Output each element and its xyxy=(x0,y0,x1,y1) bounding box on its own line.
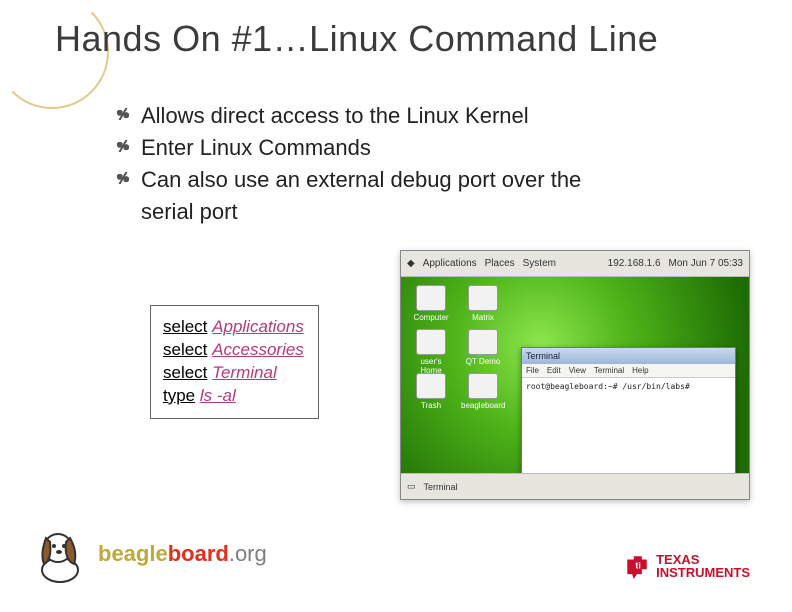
terminal-output: root@beagleboard:~# /usr/bin/labs# xyxy=(522,378,735,395)
instruction-line: select Applications xyxy=(163,316,304,339)
svg-text:ti: ti xyxy=(635,561,640,571)
dog-icon xyxy=(30,524,90,584)
instruction-box: select Applications select Accessories s… xyxy=(150,305,319,419)
terminal-menu-item: Terminal xyxy=(594,366,624,375)
terminal-titlebar: Terminal xyxy=(522,348,735,364)
menu-applications: Applications xyxy=(423,258,477,269)
desktop-icon: Trash xyxy=(409,373,453,410)
top-panel: ◆ Applications Places System 192.168.1.6… xyxy=(401,251,749,277)
desktop-screenshot: ◆ Applications Places System 192.168.1.6… xyxy=(400,250,750,500)
instruction-target: Applications xyxy=(212,317,304,336)
desktop-icon: beagleboard xyxy=(461,373,505,410)
bullet-item-continuation: serial port xyxy=(115,196,735,228)
terminal-menu-item: Edit xyxy=(547,366,561,375)
instruction-line: select Terminal xyxy=(163,362,304,385)
slide-title: Hands On #1…Linux Command Line xyxy=(55,18,658,60)
beagleboard-logo: beagleboard.org xyxy=(30,524,267,584)
instruction-line: select Accessories xyxy=(163,339,304,362)
desktop-icon: user's Home xyxy=(409,329,453,375)
terminal-window: Terminal File Edit View Terminal Help ro… xyxy=(521,347,736,477)
computer-icon xyxy=(416,285,446,311)
instruction-keyword: select xyxy=(163,363,207,382)
terminal-menu-item: View xyxy=(569,366,586,375)
instruction-keyword: select xyxy=(163,317,207,336)
desktop-icon: Matrix xyxy=(461,285,505,322)
bullet-item: Can also use an external debug port over… xyxy=(115,164,735,196)
desktop-wallpaper: Computer user's Home Trash Matrix QT Dem… xyxy=(401,277,749,473)
foot-icon: ◆ xyxy=(407,258,415,269)
bullet-list: Allows direct access to the Linux Kernel… xyxy=(115,100,735,228)
bottom-panel: ▭ Terminal xyxy=(401,473,749,499)
bullet-item: Enter Linux Commands xyxy=(115,132,735,164)
terminal-menubar: File Edit View Terminal Help xyxy=(522,364,735,378)
show-desktop-icon: ▭ xyxy=(407,481,416,492)
ti-chip-icon: ti xyxy=(624,553,650,579)
ti-logo: ti TEXAS INSTRUMENTS xyxy=(624,553,750,580)
desktop-icon: QT Demo xyxy=(461,329,505,366)
app-icon xyxy=(468,329,498,355)
trash-icon xyxy=(416,373,446,399)
beagleboard-wordmark: beagleboard.org xyxy=(98,541,267,567)
instruction-target: Terminal xyxy=(212,363,277,382)
clock-label: Mon Jun 7 05:33 xyxy=(669,258,744,269)
app-icon xyxy=(468,285,498,311)
instruction-target: Accessories xyxy=(212,340,304,359)
terminal-menu-item: File xyxy=(526,366,539,375)
ti-wordmark: TEXAS INSTRUMENTS xyxy=(656,553,750,580)
instruction-target: ls -al xyxy=(200,386,236,405)
menu-system: System xyxy=(523,258,556,269)
desktop-icon: Computer xyxy=(409,285,453,322)
terminal-menu-item: Help xyxy=(632,366,648,375)
home-icon xyxy=(416,329,446,355)
ip-label: 192.168.1.6 xyxy=(608,258,661,269)
instruction-keyword: type xyxy=(163,386,195,405)
taskbar-entry: Terminal xyxy=(424,482,458,492)
app-icon xyxy=(468,373,498,399)
bullet-item: Allows direct access to the Linux Kernel xyxy=(115,100,735,132)
menu-places: Places xyxy=(485,258,515,269)
instruction-line: type ls -al xyxy=(163,385,304,408)
instruction-keyword: select xyxy=(163,340,207,359)
